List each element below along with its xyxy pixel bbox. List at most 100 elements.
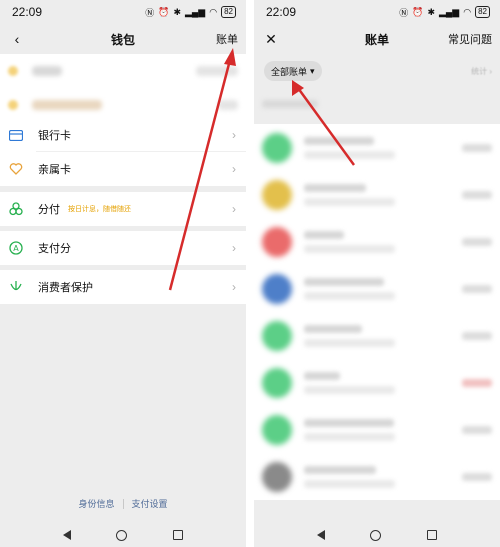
bill-text <box>304 277 456 300</box>
merchant-avatar <box>262 226 292 257</box>
home-icon[interactable] <box>370 529 382 541</box>
fenfu-icon <box>8 201 24 217</box>
bill-row[interactable] <box>254 406 500 453</box>
menu-item-fenfu[interactable]: 分付 按日计息，随借随还 › <box>0 192 246 226</box>
bill-time <box>304 244 396 253</box>
bill-row[interactable] <box>254 124 500 171</box>
menu-item-label: 支付分 <box>38 243 71 255</box>
pay-settings-link[interactable]: 支付设置 <box>132 497 168 510</box>
status-icons: Ⓝ ⏰ ✱ ▂▄▆ ◠ 82 <box>145 6 236 19</box>
lingqiantong-label <box>32 100 102 110</box>
all-bills-filter[interactable]: 全部账单 ▾ <box>264 61 322 81</box>
bill-time <box>304 432 396 441</box>
chevron-right-icon: › <box>232 241 236 255</box>
faq-link[interactable]: 常见问题 <box>448 31 492 47</box>
merchant-avatar <box>262 414 292 445</box>
back-icon[interactable] <box>316 530 325 540</box>
lingqiantong-value <box>218 100 238 110</box>
merchant-name <box>304 183 366 192</box>
close-icon[interactable]: ✕ <box>262 30 280 48</box>
chevron-right-icon: › <box>232 202 236 216</box>
status-time: 22:09 <box>266 5 297 19</box>
pay-score-icon: A <box>8 240 24 256</box>
bill-time <box>304 197 396 206</box>
merchant-name <box>304 465 376 474</box>
menu-item-consumer-protection[interactable]: 消费者保护 › <box>0 270 246 304</box>
bill-text <box>304 465 456 488</box>
page-title: 账单 <box>364 32 389 47</box>
bill-navbar: ✕ 账单 常见问题 <box>254 24 500 54</box>
balance-row[interactable] <box>0 54 246 88</box>
bluetooth-icon: ✱ <box>173 6 181 17</box>
chevron-left-icon[interactable]: ‹ <box>8 30 26 48</box>
bill-time <box>304 479 396 488</box>
alarm-icon: ⏰ <box>158 6 170 17</box>
bill-row[interactable] <box>254 218 500 265</box>
merchant-avatar <box>262 367 292 398</box>
signal-icon: ▂▄▆ <box>439 6 460 17</box>
balance-label <box>32 66 62 76</box>
wifi-icon: ◠ <box>463 6 472 17</box>
bill-text <box>304 183 456 206</box>
fenfu-group: 分付 按日计息，随借随还 › <box>0 192 246 226</box>
bill-text <box>304 371 456 394</box>
nfc-icon: Ⓝ <box>145 7 155 18</box>
merchant-name <box>304 277 384 286</box>
bill-amount <box>462 190 492 199</box>
menu-item-label: 分付 <box>38 204 60 216</box>
menu-item-family-card[interactable]: 亲属卡 › <box>0 152 246 186</box>
merchant-name <box>304 324 362 333</box>
lingqiantong-row[interactable] <box>0 88 246 122</box>
bill-text <box>304 418 456 441</box>
stats-link[interactable]: 统计 › <box>471 66 492 77</box>
footer-links: 身份信息 支付设置 <box>0 497 246 510</box>
bill-amount <box>462 143 492 152</box>
battery-icon: 82 <box>221 6 236 18</box>
bill-row[interactable] <box>254 453 500 500</box>
recent-apps-icon[interactable] <box>173 530 184 540</box>
merchant-avatar <box>262 461 292 492</box>
bill-amount <box>462 331 492 340</box>
caret-down-icon: ▾ <box>310 65 315 76</box>
balance-section <box>0 54 246 122</box>
signal-icon: ▂▄▆ <box>185 6 206 17</box>
recent-apps-icon[interactable] <box>427 530 438 540</box>
card-group: 银行卡 › 亲属卡 › <box>0 118 246 186</box>
bluetooth-icon: ✱ <box>427 6 435 17</box>
chevron-right-icon: › <box>232 128 236 142</box>
svg-text:A: A <box>13 244 19 253</box>
merchant-avatar <box>262 320 292 351</box>
bank-card-icon <box>8 127 24 143</box>
consumer-protection-group: 消费者保护 › <box>0 270 246 304</box>
back-icon[interactable] <box>62 530 71 540</box>
status-bar: 22:09 Ⓝ ⏰ ✱ ▂▄▆ ◠ 82 <box>254 0 500 24</box>
bill-row[interactable] <box>254 312 500 359</box>
status-icons: Ⓝ ⏰ ✱ ▂▄▆ ◠ 82 <box>399 6 490 19</box>
home-icon[interactable] <box>116 529 128 541</box>
bill-link[interactable]: 账单 <box>216 31 238 47</box>
merchant-name <box>304 230 344 239</box>
menu-item-bank-card[interactable]: 银行卡 › <box>0 118 246 152</box>
identity-info-link[interactable]: 身份信息 <box>78 497 114 510</box>
menu-item-label: 消费者保护 <box>38 282 93 294</box>
menu-item-pay-score[interactable]: A 支付分 › <box>0 231 246 265</box>
bill-text <box>304 230 456 253</box>
bill-row[interactable] <box>254 171 500 218</box>
fenfu-tag: 按日计息，随借随还 <box>68 206 131 213</box>
alarm-icon: ⏰ <box>412 6 424 17</box>
divider <box>122 498 124 509</box>
lingqiantong-icon <box>8 100 18 110</box>
chevron-right-icon: › <box>232 280 236 294</box>
bill-amount <box>462 425 492 434</box>
bill-amount <box>462 284 492 293</box>
bill-row[interactable] <box>254 265 500 312</box>
chevron-right-icon: › <box>232 162 236 176</box>
balance-icon <box>8 66 18 76</box>
menu-item-label: 亲属卡 <box>38 164 71 176</box>
wallet-screen: 22:09 Ⓝ ⏰ ✱ ▂▄▆ ◠ 82 ‹ 钱包 账单 银行卡 › 亲属卡 ›… <box>0 0 246 547</box>
family-card-icon <box>8 161 24 177</box>
merchant-avatar <box>262 273 292 304</box>
bill-time <box>304 291 396 300</box>
bill-row[interactable] <box>254 359 500 406</box>
merchant-name <box>304 136 374 145</box>
